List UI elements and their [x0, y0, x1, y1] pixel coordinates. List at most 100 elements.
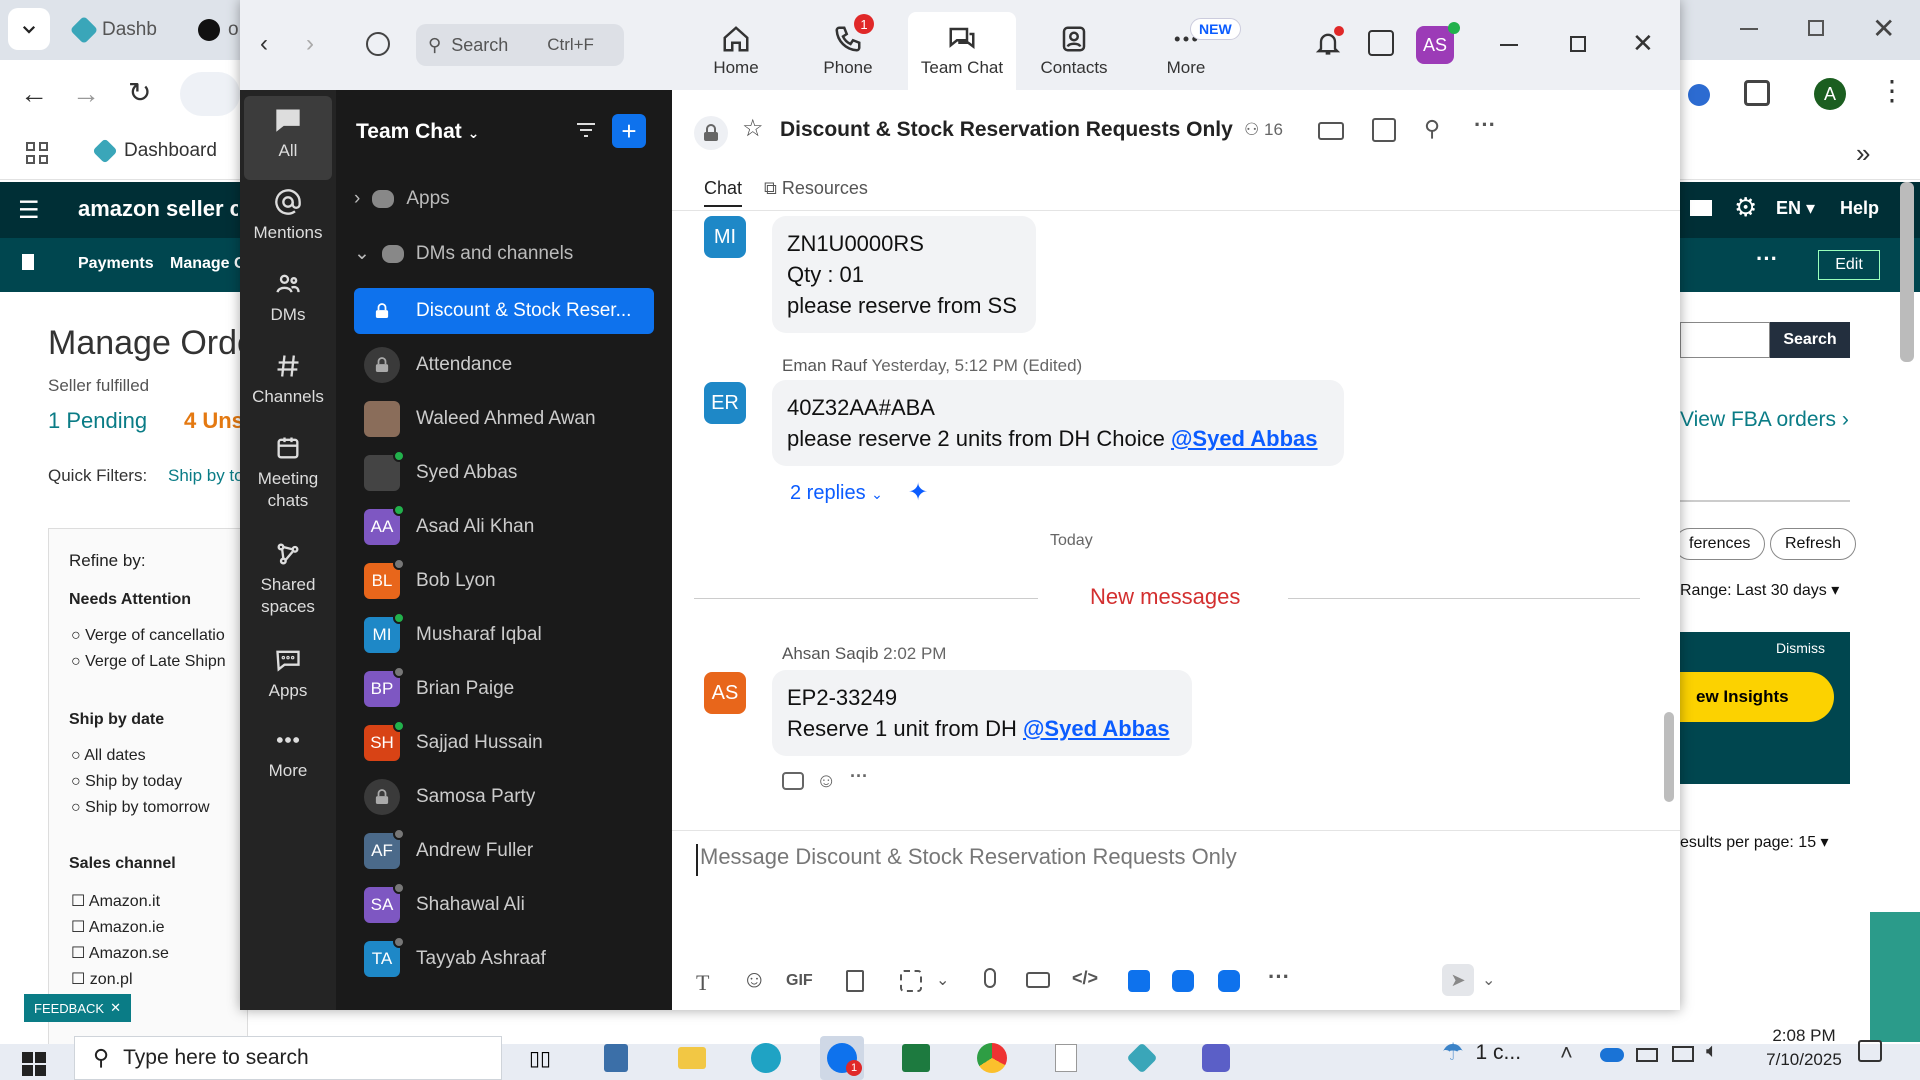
channel-item[interactable]: Attendance: [354, 342, 654, 388]
checkbox-option[interactable]: ☐ Amazon.it: [71, 891, 160, 911]
results-per-page-select[interactable]: esults per page: 15 ▾: [1680, 832, 1829, 852]
nav-manage[interactable]: Manage C: [170, 255, 246, 273]
more-actions-icon[interactable]: ···: [850, 766, 868, 787]
hamburger-icon[interactable]: ☰: [18, 196, 40, 225]
back-icon[interactable]: ‹: [260, 30, 268, 58]
emoji-icon[interactable]: ☺: [742, 966, 767, 994]
channel-item[interactable]: Discount & Stock Reser...: [354, 288, 654, 334]
section-dms-channels[interactable]: ⌄ DMs and channels: [354, 242, 573, 265]
onedrive-icon[interactable]: [1600, 1048, 1624, 1062]
member-count[interactable]: ⚇ 16: [1244, 120, 1283, 140]
restore-icon[interactable]: [1808, 20, 1824, 36]
rail-all[interactable]: All: [244, 96, 332, 180]
reply-icon[interactable]: [782, 772, 804, 790]
teams-notification[interactable]: [1870, 912, 1920, 1042]
edit-nav-button[interactable]: Edit: [1818, 250, 1880, 280]
avatar[interactable]: AS: [704, 672, 746, 714]
filter-icon[interactable]: [574, 118, 598, 142]
browser-tab-other[interactable]: o: [186, 10, 240, 50]
channel-item[interactable]: SA Shahawal Ali: [354, 882, 654, 928]
tab-chat[interactable]: Chat: [704, 178, 743, 207]
file-explorer-icon[interactable]: [670, 1036, 714, 1080]
search-button[interactable]: Search: [1770, 322, 1850, 358]
minimize-icon[interactable]: [1500, 44, 1518, 46]
app-zoom-icon[interactable]: [1218, 970, 1240, 992]
radio-option[interactable]: ○ Ship by tomorrow: [71, 799, 210, 817]
sidebar-title[interactable]: Team Chat ⌄: [356, 120, 479, 144]
bookmark-icon[interactable]: [22, 254, 34, 270]
language-selector[interactable]: EN ▾: [1776, 198, 1815, 219]
radio-option[interactable]: ○ Ship by today: [71, 773, 182, 791]
seller-central-logo[interactable]: amazon seller centr: [78, 196, 238, 222]
tab-search-button[interactable]: [8, 8, 50, 50]
channel-item[interactable]: TA Tayyab Ashraaf: [354, 936, 654, 982]
tab-resources[interactable]: ⧉ Resources: [764, 178, 868, 199]
quick-filter-link[interactable]: Ship by to: [168, 466, 244, 486]
extensions-puzzle-icon[interactable]: [1744, 80, 1770, 106]
replies-link[interactable]: 2 replies ⌄: [790, 482, 883, 505]
rail-channels[interactable]: Channels: [244, 352, 332, 408]
apps-grid-icon[interactable]: [26, 142, 48, 164]
forward-icon[interactable]: ›: [306, 30, 314, 58]
radio-option[interactable]: ○ Verge of cancellatio: [71, 627, 225, 645]
message-author[interactable]: Ahsan Saqib: [782, 644, 878, 663]
channel-item[interactable]: Samosa Party: [354, 774, 654, 820]
rail-apps[interactable]: Apps: [244, 646, 332, 702]
rail-more[interactable]: More: [244, 726, 332, 782]
tab-contacts[interactable]: Contacts: [1018, 12, 1130, 90]
code-icon[interactable]: </>: [1072, 968, 1098, 989]
page-scrollbar[interactable]: [1900, 182, 1914, 362]
view-insights-button[interactable]: ew Insights: [1680, 672, 1834, 722]
more-bookmarks-icon[interactable]: »: [1856, 138, 1870, 169]
weather-widget[interactable]: ☂ 1 c...: [1442, 1038, 1521, 1067]
help-link[interactable]: Help: [1840, 198, 1879, 219]
chevron-up-icon[interactable]: ˄: [1560, 1040, 1573, 1066]
clock[interactable]: 2:08 PM 7/10/2025: [1752, 1024, 1856, 1072]
volume-icon[interactable]: 🔈︎: [1706, 1040, 1718, 1063]
rail-mentions[interactable]: Mentions: [244, 188, 332, 244]
tab-phone[interactable]: Phone 1: [792, 12, 904, 90]
radio-option[interactable]: ○ All dates: [71, 747, 146, 765]
site-info-icon[interactable]: [180, 72, 240, 116]
avatar[interactable]: MI: [704, 216, 746, 258]
message-author[interactable]: Eman Rauf: [782, 356, 867, 375]
network-icon[interactable]: [1672, 1046, 1694, 1062]
channel-item[interactable]: SH Sajjad Hussain: [354, 720, 654, 766]
bell-icon[interactable]: [1314, 26, 1344, 60]
channel-item[interactable]: Waleed Ahmed Awan: [354, 396, 654, 442]
rail-shared-spaces[interactable]: Shared spaces: [244, 540, 332, 618]
date-range-select[interactable]: Range: Last 30 days ▾: [1680, 580, 1839, 600]
maximize-icon[interactable]: [1570, 36, 1586, 52]
rail-dms[interactable]: DMs: [244, 270, 332, 326]
forward-icon[interactable]: →: [72, 78, 100, 110]
view-fba-link[interactable]: View FBA orders ›: [1680, 408, 1849, 432]
reload-icon[interactable]: ↻: [128, 76, 151, 109]
gif-button[interactable]: GIF: [786, 972, 813, 990]
notepad-icon[interactable]: [1044, 1036, 1088, 1080]
bookmark-dashboard[interactable]: Dashboard: [92, 138, 217, 164]
more-options-icon[interactable]: ···: [1474, 112, 1496, 138]
tab-home[interactable]: Home: [680, 12, 792, 90]
tab-more[interactable]: More NEW: [1130, 12, 1242, 90]
history-icon[interactable]: [366, 32, 390, 56]
rail-meeting-chats[interactable]: Meeting chats: [244, 434, 332, 512]
mention-link[interactable]: @Syed Abbas: [1171, 426, 1318, 451]
calculator-icon[interactable]: [594, 1036, 638, 1080]
channel-item[interactable]: MI Musharaf Iqbal: [354, 612, 654, 658]
file-icon[interactable]: [846, 970, 864, 992]
calendar-icon[interactable]: [1368, 30, 1394, 56]
microphone-icon[interactable]: [984, 968, 996, 988]
send-options-icon[interactable]: ⌄: [1482, 970, 1495, 990]
app-chat-icon[interactable]: [1172, 970, 1194, 992]
windows-start-icon[interactable]: [22, 1052, 46, 1076]
notification-center-icon[interactable]: [1858, 1040, 1882, 1062]
more-tools-icon[interactable]: ···: [1268, 964, 1290, 990]
tab-unshipped[interactable]: 4 Uns: [184, 408, 244, 434]
chevron-down-icon[interactable]: ⌄: [936, 970, 949, 990]
avatar[interactable]: ER: [704, 382, 746, 424]
tab-pending[interactable]: 1 Pending: [48, 408, 147, 434]
refresh-button[interactable]: Refresh: [1770, 528, 1857, 560]
order-search-input[interactable]: [1680, 322, 1770, 358]
section-apps[interactable]: › Apps: [354, 188, 450, 210]
radio-option[interactable]: ○ Verge of Late Shipn: [71, 653, 226, 671]
